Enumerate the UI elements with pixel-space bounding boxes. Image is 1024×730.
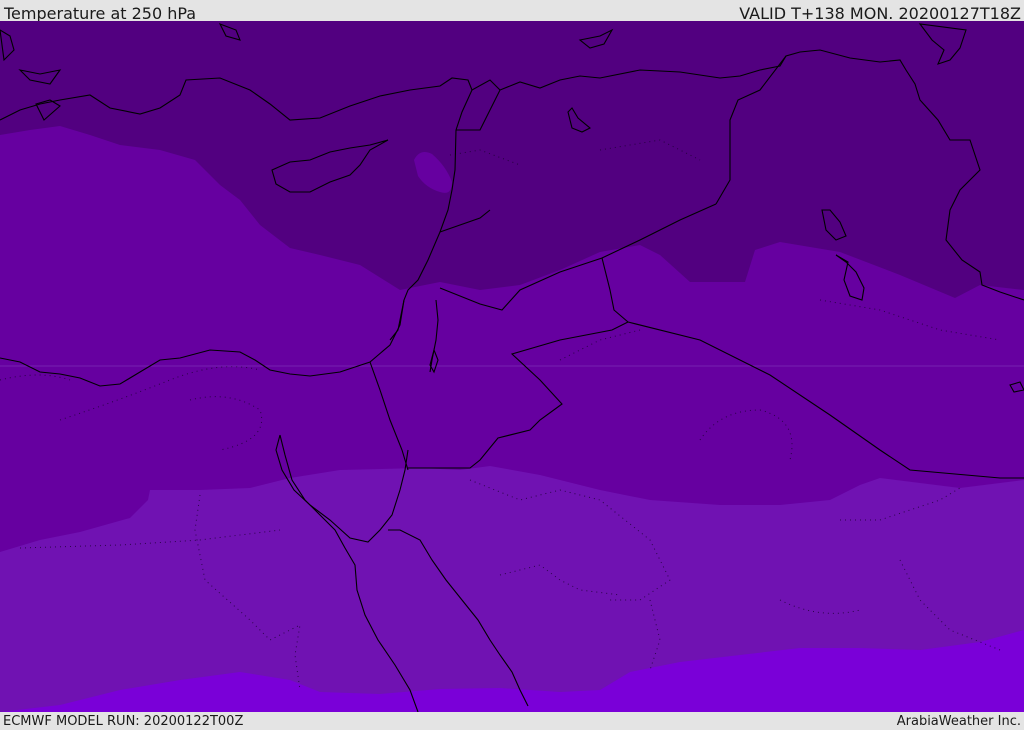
model-run-label: ECMWF MODEL RUN: 20200122T00Z: [3, 714, 244, 729]
map-area: [0, 21, 1024, 712]
top-bar: Temperature at 250 hPa VALID T+138 MON. …: [0, 0, 1024, 23]
map-svg: [0, 21, 1024, 712]
bottom-bar: ECMWF MODEL RUN: 20200122T00Z ArabiaWeat…: [0, 712, 1024, 729]
credit-label: ArabiaWeather Inc.: [896, 714, 1021, 729]
